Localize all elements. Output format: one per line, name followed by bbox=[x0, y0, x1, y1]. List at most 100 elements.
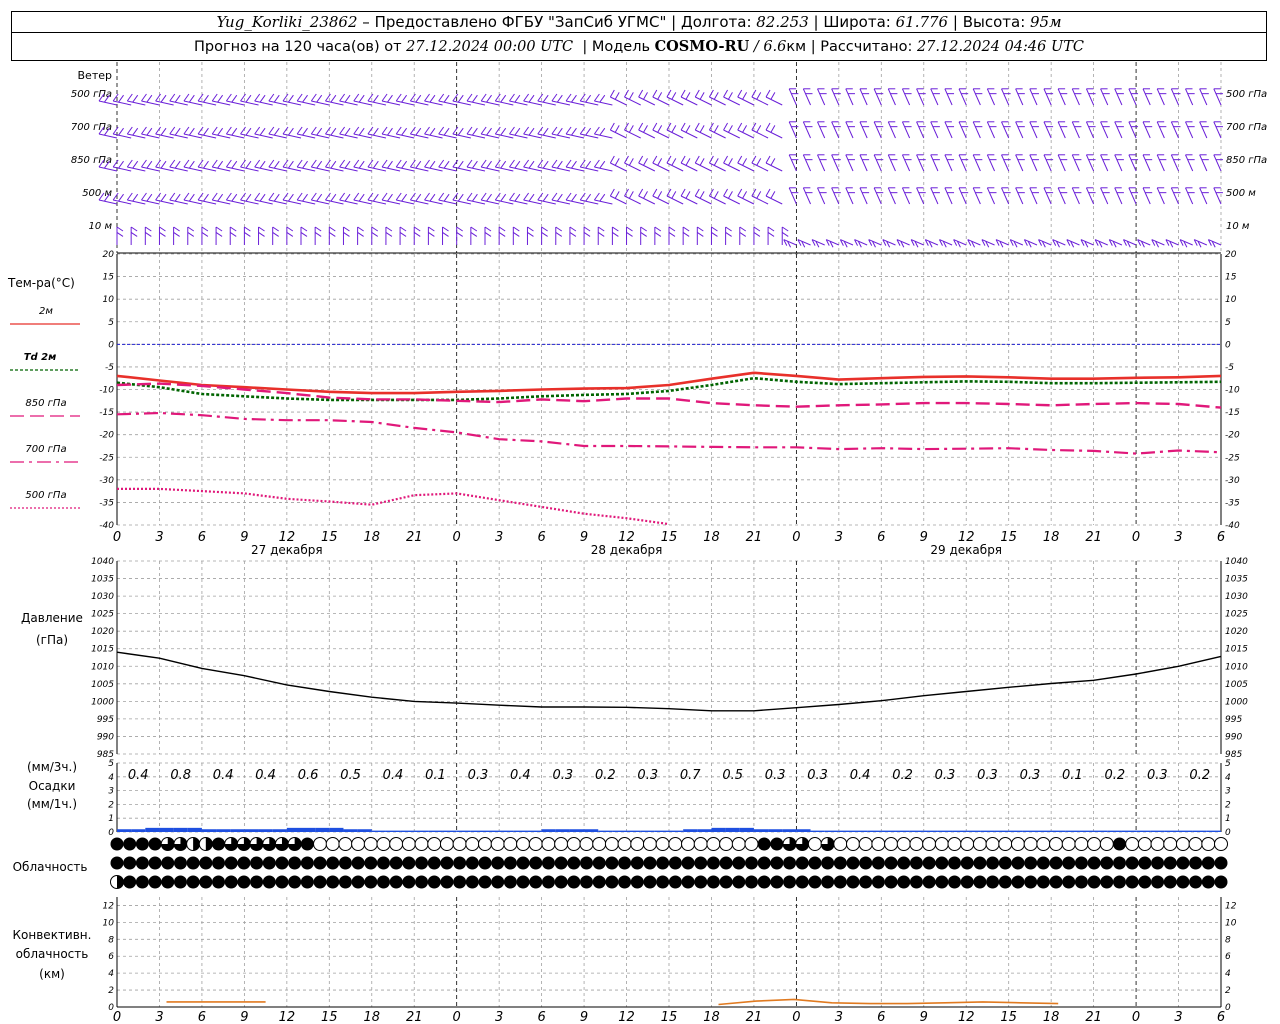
wind-barb-feather bbox=[316, 94, 323, 103]
precip-bar bbox=[329, 827, 344, 832]
wind-barb-feather bbox=[302, 94, 308, 103]
wind-barb-staff bbox=[610, 195, 627, 205]
wind-barb-feather bbox=[245, 193, 252, 202]
wind-barb-feather bbox=[725, 226, 732, 232]
wind-barb-feather bbox=[245, 160, 252, 169]
conv-xtick: 12 bbox=[279, 1010, 296, 1024]
wind-barb-feather bbox=[155, 192, 162, 201]
wind-barb-feather bbox=[428, 226, 435, 232]
cloud-cover-symbol bbox=[1049, 856, 1063, 870]
wind-barb-feather bbox=[231, 94, 238, 103]
wind-barb-feather bbox=[509, 192, 515, 201]
pressure-ytick-right: 1035 bbox=[1225, 575, 1248, 585]
cloud-cover-full bbox=[275, 856, 289, 870]
cloud-cover-symbol bbox=[1201, 875, 1215, 889]
cloud-cover-symbol bbox=[757, 875, 771, 889]
cloud-cover-symbol bbox=[402, 875, 416, 889]
cloud-cover-symbol bbox=[948, 856, 962, 870]
precip-bar bbox=[1164, 830, 1179, 832]
cloud-cover-symbol bbox=[731, 837, 746, 851]
precip-ytick-right: 0 bbox=[1225, 828, 1231, 838]
cloud-cover-full bbox=[1112, 875, 1126, 889]
wind-barb-feather bbox=[141, 93, 147, 102]
wind-barb-feather bbox=[513, 226, 520, 232]
pressure-ytick-right: 1030 bbox=[1225, 592, 1248, 602]
wind-barb-feather bbox=[571, 94, 577, 103]
cloud-cover-symbol bbox=[643, 856, 657, 870]
cloud-cover-symbol bbox=[922, 875, 936, 889]
wind-barb-staff bbox=[958, 187, 967, 205]
cloud-cover-symbol bbox=[288, 856, 302, 870]
cloud-cover-symbol bbox=[389, 837, 404, 851]
cloud-cover-symbol bbox=[414, 837, 429, 851]
wind-barb-staff bbox=[1043, 154, 1052, 172]
wind-barb-feather bbox=[174, 193, 181, 202]
conv-xtick: 3 bbox=[155, 1010, 163, 1024]
cloud-cover-symbol bbox=[275, 856, 289, 870]
cloud-cover-symbol bbox=[1100, 875, 1114, 889]
precip-bar bbox=[1065, 830, 1080, 832]
wind-barb-feather bbox=[471, 94, 478, 103]
precip-ytick-right: 4 bbox=[1225, 773, 1231, 783]
cloud-cover-symbol bbox=[770, 856, 784, 870]
pressure-ytick-left: 1035 bbox=[91, 575, 114, 585]
cloud-cover-symbol bbox=[478, 837, 492, 851]
wind-barb-staff bbox=[1156, 154, 1165, 172]
precip-bar bbox=[584, 829, 599, 832]
cloud-cover-full bbox=[960, 856, 974, 870]
wind-barbs-level bbox=[98, 121, 1223, 139]
conv-xtick: 3 bbox=[835, 1010, 843, 1024]
cloud-cover-symbol bbox=[897, 875, 911, 889]
precip-bar bbox=[937, 830, 953, 832]
cloud-cover-symbol bbox=[110, 875, 124, 889]
cloud-cover-clear bbox=[1010, 837, 1025, 851]
cloud-cover-symbol bbox=[605, 875, 619, 889]
cloud-cover-symbol bbox=[1151, 856, 1165, 870]
cloud-cover-symbol bbox=[592, 837, 607, 851]
cloud-cover-symbol bbox=[148, 837, 162, 851]
cloud-cover-symbol bbox=[554, 837, 569, 851]
cloud-cover-symbol bbox=[478, 856, 492, 870]
precip-bar bbox=[952, 830, 967, 832]
wind-barb-feather bbox=[211, 93, 218, 102]
wind-barb-staff bbox=[1114, 154, 1123, 172]
wind-barb-staff bbox=[680, 195, 698, 205]
wind-barb-feather bbox=[325, 126, 331, 135]
cloud-cover-full bbox=[389, 875, 403, 889]
wind-barb-staff bbox=[972, 88, 981, 106]
conv-xtick: 9 bbox=[240, 1010, 248, 1024]
precip-bar bbox=[1150, 830, 1165, 832]
cloud-cover-symbol bbox=[1024, 875, 1038, 889]
wind-barb-feather bbox=[169, 192, 176, 201]
precip-bar bbox=[159, 827, 174, 832]
cloud-cover-full bbox=[833, 856, 847, 870]
wind-barb-feather bbox=[188, 127, 195, 136]
wind-barb-feather bbox=[727, 92, 733, 100]
wind-barb-staff bbox=[1128, 121, 1137, 139]
temp-ytick-right: 0 bbox=[1225, 340, 1231, 350]
wind-barb-staff bbox=[788, 88, 797, 106]
cloud-cover-full bbox=[770, 837, 784, 851]
wind-barb-feather bbox=[593, 159, 600, 168]
temp-xtick: 3 bbox=[155, 530, 163, 545]
cloud-cover-clear bbox=[592, 837, 607, 851]
wind-barb-staff bbox=[944, 154, 953, 172]
conv-ytick-left: 6 bbox=[108, 952, 114, 962]
wind-barb-staff bbox=[1185, 121, 1194, 139]
cloud-cover-symbol bbox=[1201, 856, 1215, 870]
cloud-cover-full bbox=[300, 856, 314, 870]
cloud-cover-symbol bbox=[1188, 837, 1203, 851]
wind-barb-feather bbox=[542, 94, 549, 103]
cloud-cover-symbol bbox=[681, 875, 695, 889]
wind-barb-feather bbox=[385, 231, 393, 237]
wind-barb-feather bbox=[628, 158, 634, 166]
cloud-cover-full bbox=[541, 875, 555, 889]
wind-barb-feather bbox=[480, 159, 487, 168]
cloud-cover-symbol bbox=[719, 856, 733, 870]
precip-3h-label: 0.2 bbox=[1189, 768, 1210, 783]
cloud-cover-clear bbox=[985, 837, 1000, 851]
wind-barb-staff bbox=[1170, 88, 1179, 106]
temp-ytick-right: -5 bbox=[1225, 363, 1234, 373]
wind-barb-feather bbox=[680, 155, 686, 164]
wind-barb-feather bbox=[424, 126, 430, 135]
